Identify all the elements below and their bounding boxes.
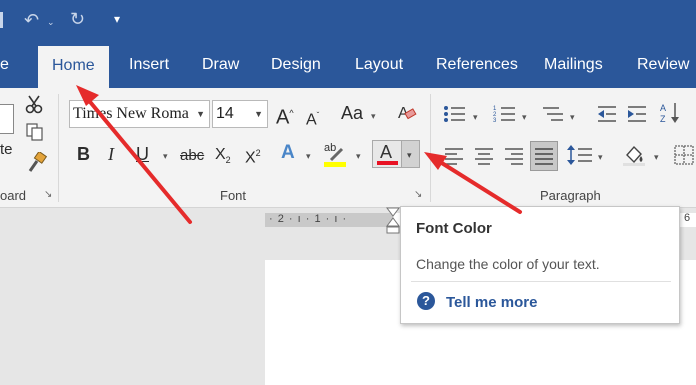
superscript-label: X [245,149,256,167]
change-case-button[interactable]: Aa [341,103,363,123]
font-name-value: Times New Roma [73,105,189,122]
bullets-icon[interactable] [443,104,467,124]
group-separator [58,94,59,202]
ribbon-tabs: e Home Insert Draw Design Layout Referen… [0,42,696,88]
bullets-dropdown-icon[interactable]: ▾ [473,112,478,122]
decrease-indent-icon[interactable] [596,104,618,124]
highlight-dropdown-icon[interactable]: ▾ [356,151,361,161]
svg-text:Z: Z [660,114,666,124]
increase-indent-icon[interactable] [626,104,648,124]
indent-marker-icon[interactable] [386,207,400,235]
tab-mailings[interactable]: Mailings [544,42,603,88]
align-right-icon[interactable] [504,146,524,166]
shrink-font-button[interactable]: Aˇ [306,106,319,130]
format-painter-icon[interactable] [26,152,48,174]
font-launcher-icon[interactable]: ↘ [414,189,422,200]
ruler-marks: · 2 · ı · 1 · ı · [269,213,348,225]
font-color-button[interactable]: A [372,140,402,168]
tab-home[interactable]: Home [38,46,109,88]
tab-layout[interactable]: Layout [355,42,403,88]
change-case-dropdown-icon[interactable]: ▾ [371,111,376,121]
ribbon: te oard ↘ Times New Roma ▼ 14 ▼ A^ Aˇ Aa… [0,88,696,208]
tab-insert[interactable]: Insert [129,42,169,88]
subscript-digit: 2 [225,155,231,166]
highlighter-pen-icon [329,147,344,162]
tooltip-divider [411,281,671,282]
tooltip-title: Font Color [416,220,492,237]
cut-icon[interactable] [24,94,44,114]
group-separator [430,94,431,202]
numbering-icon[interactable]: 1 2 3 [493,104,517,124]
customize-qat-icon[interactable]: ▾ [114,10,120,28]
tab-review[interactable]: Review [637,42,689,88]
paragraph-group-label: Paragraph [540,188,601,203]
italic-button[interactable]: I [108,144,114,164]
font-color-dropdown-button[interactable]: ▾ [402,140,420,168]
font-size-combo[interactable]: 14 ▼ [212,100,268,128]
word-window: ↶ ⌄ ↻ ▾ e Home Insert Draw Design Layout… [0,0,696,385]
save-icon-fragment[interactable] [0,12,3,28]
ruler-right-mark: 6 [684,212,691,224]
tooltip-description: Change the color of your text. [416,256,600,272]
font-color-label: A [380,142,393,162]
font-size-value: 14 [216,105,234,122]
align-center-icon[interactable] [474,146,494,166]
justify-button[interactable] [530,141,558,171]
align-left-icon[interactable] [444,146,464,166]
tab-draw[interactable]: Draw [202,42,239,88]
font-group-label: Font [220,188,247,203]
font-name-dropdown-icon[interactable]: ▼ [196,101,205,127]
clipboard-group-label: oard [0,188,27,203]
tab-references[interactable]: References [436,42,518,88]
text-effects-dropdown-icon[interactable]: ▾ [306,151,311,161]
help-icon[interactable]: ? [417,292,435,310]
svg-text:3: 3 [493,118,497,124]
text-effects-button[interactable]: A [281,143,295,163]
svg-text:A: A [660,103,666,113]
shading-icon[interactable] [621,143,647,167]
grow-font-label: A [276,106,290,129]
tell-me-more-link[interactable]: Tell me more [446,294,537,311]
borders-icon[interactable] [674,145,696,165]
superscript-digit: 2 [255,148,261,158]
undo-icon[interactable]: ↶ [24,11,39,29]
sort-icon[interactable]: A Z [660,101,682,125]
paste-label[interactable]: te [0,140,13,160]
copy-icon[interactable] [25,122,45,142]
line-spacing-icon[interactable] [567,144,593,166]
superscript-button[interactable]: X2 [245,143,261,168]
chevron-down-icon: ▾ [407,150,412,160]
font-size-dropdown-icon[interactable]: ▼ [254,101,263,127]
tab-file[interactable]: e [0,42,9,88]
subscript-label: X [215,146,226,163]
highlight-color-swatch [324,162,346,167]
underline-button[interactable]: U [136,144,149,164]
shading-dropdown-icon[interactable]: ▾ [654,152,659,162]
paste-icon[interactable] [0,104,14,134]
clear-formatting-icon[interactable]: A [396,102,418,124]
title-bar: ↶ ⌄ ↻ ▾ [0,0,696,42]
numbering-dropdown-icon[interactable]: ▾ [522,112,527,122]
justify-icon [535,148,553,165]
strikethrough-button[interactable]: abc [180,146,204,166]
font-color-tooltip: Font Color Change the color of your text… [400,206,680,324]
font-name-combo[interactable]: Times New Roma ▼ [69,100,210,128]
multilevel-list-icon[interactable] [541,104,565,124]
underline-dropdown-icon[interactable]: ▾ [163,151,168,161]
redo-icon[interactable]: ↻ [70,10,85,28]
tab-design[interactable]: Design [271,42,321,88]
line-spacing-dropdown-icon[interactable]: ▾ [598,152,603,162]
highlight-button[interactable]: ab [322,142,348,168]
grow-font-button[interactable]: A^ [276,103,294,128]
shrink-font-label: A [306,111,317,129]
subscript-button[interactable]: X2 [215,145,231,170]
clipboard-launcher-icon[interactable]: ↘ [44,189,52,200]
bold-button[interactable]: B [77,144,90,164]
undo-dropdown-icon[interactable]: ⌄ [47,17,55,27]
multilevel-dropdown-icon[interactable]: ▾ [570,112,575,122]
font-color-swatch [377,161,398,165]
